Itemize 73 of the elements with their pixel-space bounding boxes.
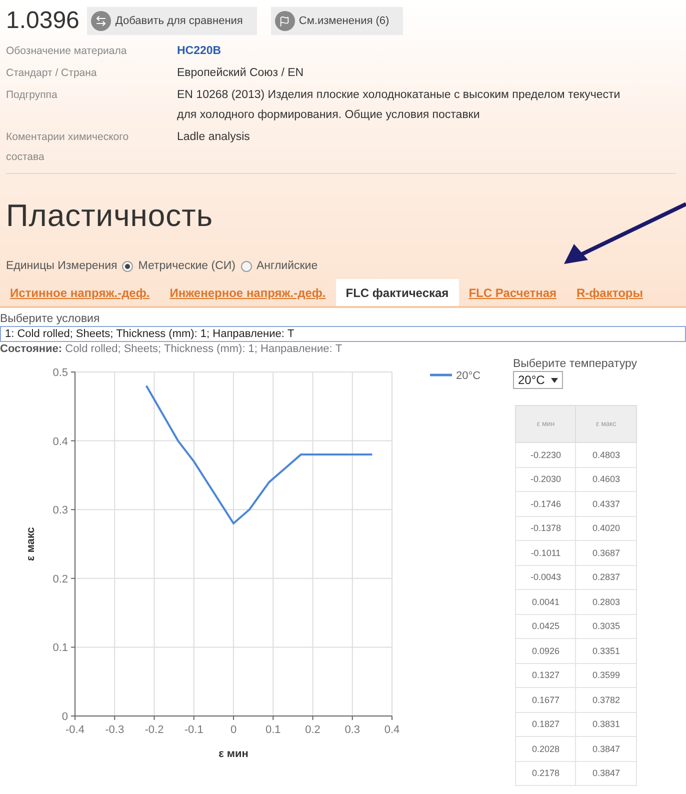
axis-tick-label: 0 [230, 724, 237, 736]
table-cell: 0.3599 [576, 663, 636, 688]
conditions-select[interactable]: 1: Cold rolled; Sheets; Thickness (mm): 1; Направление: T [0, 326, 686, 342]
radio-button[interactable] [122, 260, 134, 272]
property-value: Ladle analysis [177, 130, 251, 145]
table-cell: -0.1011 [516, 540, 576, 565]
property-link[interactable]: HC220B [177, 41, 676, 61]
compare-button[interactable]: Добавить для сравнения [87, 7, 257, 35]
legend-swatch [430, 374, 452, 376]
axis-tick-label: 0.4 [384, 724, 400, 736]
table-cell: 0.4337 [576, 492, 636, 516]
axis-tick-label: 0.1 [265, 724, 281, 736]
table-cell: 0.3847 [576, 761, 636, 786]
table-cell: 0.3847 [576, 736, 636, 761]
axis-tick-label: 0.1 [52, 642, 68, 654]
table-cell: -0.0043 [516, 565, 576, 590]
axis-tick-label: 0.3 [344, 724, 360, 736]
table-cell: 0.2803 [576, 590, 636, 614]
table-cell: 0.0926 [516, 638, 576, 663]
x-axis-label: ε мин [218, 748, 248, 760]
axis-tick-label: 0.2 [52, 573, 68, 586]
axis-tick-label: 0.2 [305, 724, 320, 736]
table-cell: 0.3831 [576, 712, 636, 736]
table-cell: 0.0041 [516, 590, 576, 614]
property-value: EN 10268 (2013) Изделия плоские холоднокатаные с высоким пределом текучести для холодного формирования. Общие условия поставки [177, 88, 622, 123]
status-text: Состояние: Cold rolled; Sheets; Thickness (mm): 1; Направление: T [0, 342, 344, 356]
table-cell: -0.1746 [516, 492, 576, 516]
table-cell: -0.2030 [516, 467, 576, 492]
swap-icon [91, 11, 112, 31]
table-cell: -0.1378 [516, 516, 576, 540]
axis-tick-label: -0.2 [144, 724, 164, 736]
radio-label: Английские [256, 260, 318, 272]
axis-tick-label: 0.4 [52, 436, 68, 448]
table-cell: 0.4803 [576, 442, 636, 467]
dropdown-caret-icon [550, 378, 558, 382]
property-label: Стандарт / Страна [6, 66, 98, 81]
conditions-label: Выберите условия [0, 313, 101, 326]
table-cell: 0.3035 [576, 614, 636, 638]
section-title: Пластичность [6, 198, 213, 234]
table-cell: 0.3351 [576, 638, 636, 663]
radio-button[interactable] [240, 260, 252, 272]
temperature-select[interactable]: 20°C [513, 371, 563, 389]
table-cell: -0.2230 [516, 442, 576, 467]
table-cell: 0.1677 [516, 688, 576, 712]
table-cell: 0.3782 [576, 688, 636, 712]
changes-button[interactable]: См.изменения (6) [270, 7, 404, 35]
property-value: Европейский Союз / EN [177, 66, 305, 81]
units-label: Единицы Измерения [6, 260, 118, 272]
property-label: Обозначение материала [6, 44, 128, 59]
temperature-label: Выберите температуру [513, 358, 637, 370]
table-cell: 0.4020 [576, 516, 636, 540]
y-axis-label: ε макс [25, 527, 37, 561]
material-code: 1.0396 [6, 7, 80, 35]
axis-tick-label: 0.5 [52, 367, 68, 379]
table-cell: 0.1827 [516, 712, 576, 736]
axis-tick-label: 0.3 [52, 504, 68, 517]
radio-label: Метрические (СИ) [138, 260, 236, 272]
property-label: Коментарии химического состава [6, 130, 130, 165]
table-cell: 0.4603 [576, 467, 636, 492]
axis-tick-label: -0.3 [105, 724, 124, 736]
axis-tick-label: -0.1 [184, 724, 204, 736]
table-cell: 0.3687 [576, 540, 636, 565]
table-cell: 0.0425 [516, 614, 576, 638]
table-cell: 0.2028 [516, 736, 576, 761]
legend-label: 20°C [456, 370, 481, 382]
property-label: Подгруппа [6, 88, 58, 103]
table-cell: 0.1327 [516, 663, 576, 688]
flag-icon [274, 11, 295, 31]
tab[interactable]: FLC фактическая [336, 279, 459, 306]
axis-tick-label: 0 [62, 711, 68, 723]
table-cell: 0.2178 [516, 761, 576, 786]
table-cell: 0.2837 [576, 565, 636, 590]
axis-tick-label: -0.4 [66, 724, 84, 736]
